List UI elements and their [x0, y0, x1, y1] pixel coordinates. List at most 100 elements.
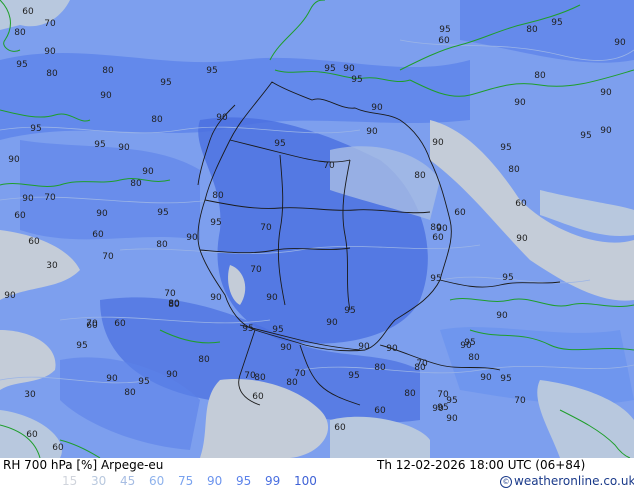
contour-label: 95: [138, 377, 149, 387]
credit-link[interactable]: © weatheronline.co.uk: [500, 474, 634, 488]
contour-label: 80: [414, 171, 426, 181]
contour-label: 60: [14, 211, 26, 221]
contour-label: 90: [216, 113, 228, 123]
contour-label: 90: [96, 209, 108, 219]
contour-label: 80: [212, 191, 224, 201]
contour-label: 60: [374, 406, 386, 416]
contour-label: 95: [430, 274, 441, 284]
contour-label: 90: [186, 233, 198, 243]
legend-value: 75: [178, 474, 194, 488]
weather-map: 607080909580 8095959080 909595 90 9590908070…: [0, 0, 634, 458]
contour-label: 90: [44, 47, 56, 57]
contour-label: 95: [324, 64, 335, 74]
legend-value: 60: [149, 474, 165, 488]
contour-label: 95: [348, 371, 359, 381]
contour-label: 60: [252, 392, 264, 402]
map-title: RH 700 hPa [%] Arpege-eu: [3, 458, 164, 472]
contour-label: 95: [206, 66, 217, 76]
contour-label: 95: [344, 306, 355, 316]
legend-value: 100: [294, 474, 317, 488]
contour-label: 90: [366, 127, 378, 137]
contour-label: 70: [260, 223, 272, 233]
contour-label: 95: [272, 325, 283, 335]
color-scale-legend: 15 30 45 60 75 90 95 99 100: [62, 474, 323, 488]
contour-label: 80: [102, 66, 114, 76]
contour-label: 90: [600, 88, 612, 98]
contour-label: 90: [371, 103, 383, 113]
contour-label: 70: [44, 193, 56, 203]
contour-label: 95: [242, 324, 253, 334]
contour-label: 70: [244, 371, 256, 381]
contour-label: 90: [22, 194, 34, 204]
contour-label: 70: [416, 359, 428, 369]
contour-label: 70: [437, 390, 449, 400]
contour-label: 70: [164, 289, 176, 299]
copyright-icon: ©: [500, 476, 512, 488]
contour-label: 70: [294, 369, 306, 379]
contour-label: 90: [436, 224, 448, 234]
contour-label: 80: [508, 165, 520, 175]
contour-label: 90: [326, 318, 338, 328]
contour-label: 95: [551, 18, 562, 28]
contour-label: 95: [94, 140, 105, 150]
contour-label: 90: [266, 293, 278, 303]
contour-label: 80: [286, 378, 298, 388]
footer-bar: RH 700 hPa [%] Arpege-eu Th 12-02-2026 1…: [0, 458, 634, 490]
contour-label: 90: [446, 414, 458, 424]
contour-label: 60: [22, 7, 34, 17]
contour-label: 95: [580, 131, 591, 141]
contour-label: 80: [404, 389, 416, 399]
contour-label: 90: [343, 64, 355, 74]
legend-value: 90: [207, 474, 223, 488]
contour-label: 90: [480, 373, 492, 383]
contour-label: 70: [250, 265, 262, 275]
contour-label: 95: [274, 139, 285, 149]
contour-label: 80: [14, 28, 26, 38]
contour-label: 90: [600, 126, 612, 136]
contour-label: 60: [114, 319, 126, 329]
contour-label: 95: [210, 218, 221, 228]
contour-label: 80: [124, 388, 136, 398]
contour-label: 90: [386, 344, 398, 354]
contour-label: 80: [534, 71, 546, 81]
contour-label: 60: [334, 423, 346, 433]
legend-value: 99: [265, 474, 281, 488]
contour-label: 90: [614, 38, 626, 48]
contour-label: 90: [8, 155, 20, 165]
contour-label: 60: [92, 230, 104, 240]
contour-label: 80: [374, 363, 386, 373]
contour-label: 90: [432, 138, 444, 148]
contour-label: 80: [254, 373, 266, 383]
contour-label: 90: [516, 234, 528, 244]
contour-label: 80: [130, 179, 142, 189]
contour-label: 95: [439, 25, 450, 35]
contour-label: 90: [100, 91, 112, 101]
contour-label: 70: [323, 161, 335, 171]
contour-label: 80: [468, 353, 480, 363]
contour-label: 70: [44, 19, 56, 29]
contour-label: 95: [437, 403, 448, 413]
contour-label: 90: [280, 343, 292, 353]
contour-label: 95: [500, 143, 511, 153]
contour-label: 95: [157, 208, 168, 218]
contour-label: 90: [496, 311, 508, 321]
contour-label: 90: [166, 370, 178, 380]
legend-value: 95: [236, 474, 252, 488]
valid-datetime: Th 12-02-2026 18:00 UTC (06+84): [377, 458, 586, 472]
contour-label: 60: [26, 430, 38, 440]
contour-label: 60: [454, 208, 466, 218]
contour-label: 60: [52, 443, 64, 453]
contour-label: 80: [151, 115, 163, 125]
contour-label: 95: [16, 60, 27, 70]
contour-label: 80: [156, 240, 168, 250]
credit-text: weatheronline.co.uk: [514, 474, 634, 488]
contour-label: 95: [76, 341, 87, 351]
contour-label: 80: [198, 355, 210, 365]
contour-label: 90: [514, 98, 526, 108]
contour-label: 90: [358, 342, 370, 352]
contour-label: 90: [4, 291, 16, 301]
contour-label: 90: [210, 293, 222, 303]
contour-label: 95: [464, 338, 475, 348]
contour-label: 90: [142, 167, 154, 177]
contour-label: 60: [28, 237, 40, 247]
